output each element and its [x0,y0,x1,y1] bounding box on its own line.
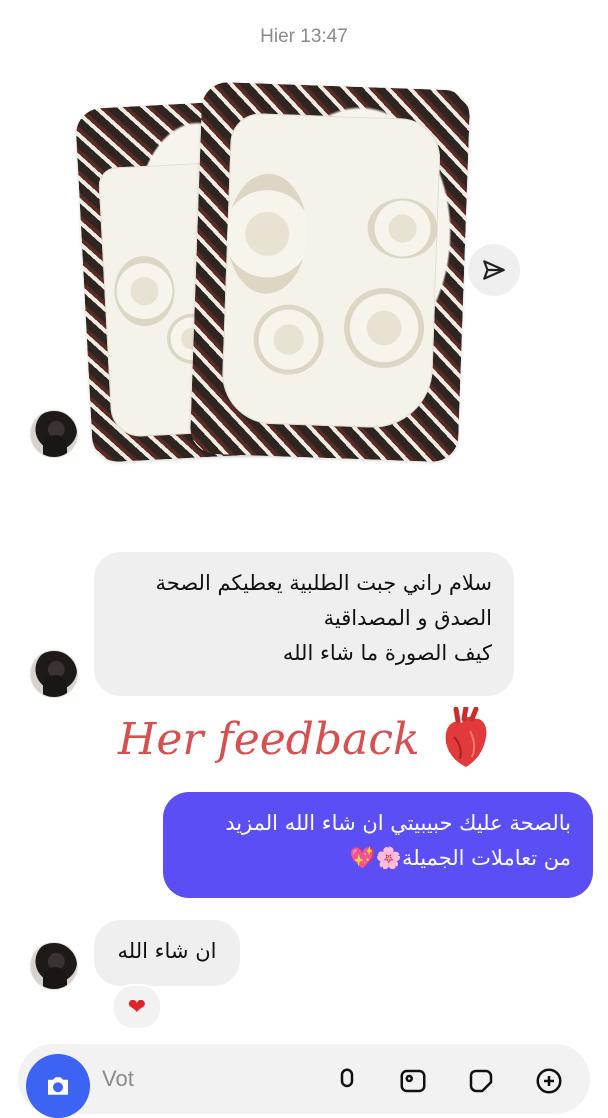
photo-attachment-2[interactable] [189,81,471,463]
feedback-caption: Her feedback [118,714,420,765]
message-timestamp: Hier 13:47 [260,26,348,47]
message-line: بالصحة عليك حبيبيتي ان شاء الله المزيد [225,811,571,835]
message-text: ان شاء الله [117,939,217,963]
share-button[interactable] [468,244,520,296]
message-line: سلام راني جبت الطلبية يعطيكم الصحة [155,571,492,595]
sender-avatar[interactable] [30,650,78,698]
plus-icon[interactable] [534,1066,564,1096]
incoming-message-bubble[interactable]: ان شاء الله [94,920,240,986]
message-input[interactable]: Vot [102,1066,134,1092]
send-icon [483,260,505,280]
message-line: كيف الصورة ما شاء الله [282,641,492,665]
mic-icon[interactable] [332,1066,362,1096]
camera-button[interactable] [26,1054,90,1118]
camera-icon [48,1077,68,1095]
sticker-icon[interactable] [466,1066,496,1096]
gallery-icon[interactable] [398,1066,428,1096]
message-line: الصدق و المصداقية [323,606,492,630]
outgoing-message-bubble[interactable]: بالصحة عليك حبيبيتي ان شاء الله المزيد م… [163,792,593,898]
sender-avatar[interactable] [30,410,78,458]
reaction-badge[interactable]: ❤ [112,984,162,1030]
incoming-message-bubble[interactable]: سلام راني جبت الطلبية يعطيكم الصحة الصدق… [94,552,514,696]
heart-icon: ❤ [127,994,147,1020]
sender-avatar[interactable] [30,942,78,990]
message-line: من تعاملات الجميلة🌸💖 [349,846,571,870]
photo-attachment-stack[interactable] [74,81,471,463]
anatomical-heart-icon [445,707,487,767]
